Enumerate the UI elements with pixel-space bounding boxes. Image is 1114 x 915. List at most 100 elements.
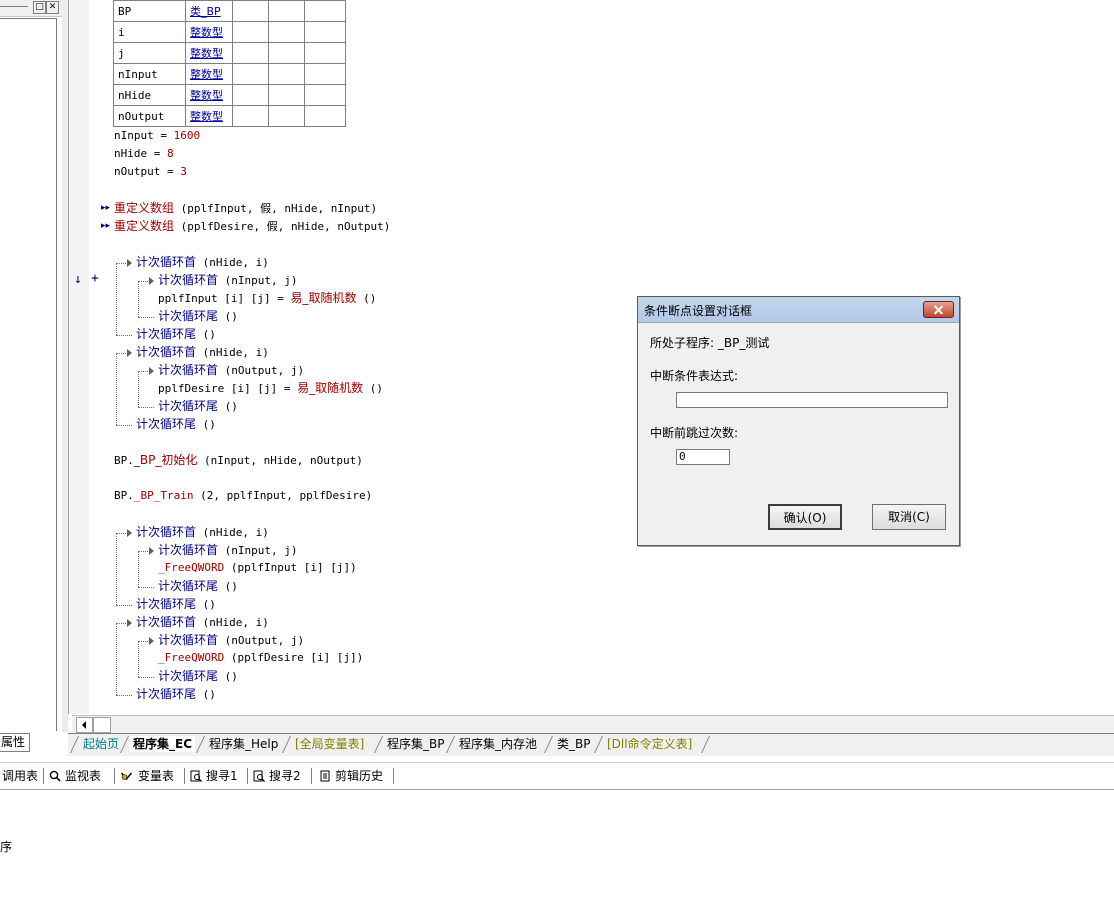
expand-icon[interactable]: + — [91, 272, 99, 286]
skip-count-input[interactable]: 0 — [676, 449, 730, 465]
variable-cell[interactable] — [232, 63, 269, 85]
variable-cell[interactable] — [304, 42, 346, 64]
breakpoint-arrow-icon[interactable]: ↓ — [74, 273, 82, 287]
code-line[interactable]: 重定义数组 (pplfDesire, 假, nHide, nOutput) — [114, 219, 390, 234]
tab-variables[interactable]: 变量表 — [119, 768, 174, 784]
variable-name[interactable]: nOutput — [113, 105, 186, 127]
variable-type[interactable]: 整数型 — [185, 21, 233, 43]
code-line[interactable]: _FreeQWORD (pplfInput [i] [j]) — [158, 561, 357, 575]
tab-clip-history[interactable]: 剪辑历史 — [319, 768, 383, 784]
code-line[interactable]: 计次循环尾 () — [158, 309, 238, 324]
code-line[interactable]: 计次循环首 (nOutput, j) — [158, 633, 304, 648]
variable-cell[interactable] — [268, 105, 305, 127]
variable-type[interactable]: 类_BP — [185, 0, 233, 22]
tab-search2[interactable]: 搜寻2 — [253, 768, 301, 784]
code-line[interactable]: 计次循环首 (nHide, i) — [136, 525, 269, 540]
variable-row[interactable]: nHide 整数型 — [113, 84, 346, 106]
variable-cell[interactable] — [304, 63, 346, 85]
tab-search1[interactable]: 搜寻1 — [190, 768, 238, 784]
file-tab[interactable]: [Dll命令定义表] — [604, 736, 695, 752]
output-panel[interactable] — [0, 790, 1114, 915]
code-line[interactable]: 计次循环尾 () — [158, 579, 238, 594]
variable-row[interactable]: nInput 整数型 — [113, 63, 346, 85]
variable-cell[interactable] — [304, 105, 346, 127]
variable-cell[interactable] — [268, 42, 305, 64]
code-line[interactable]: pplfInput [i] [j] = 易_取随机数 () — [158, 291, 376, 306]
file-tab[interactable]: 程序集_内存池 — [456, 736, 540, 752]
loop-arrow-icon — [127, 529, 132, 537]
file-tab[interactable]: 类_BP — [554, 736, 593, 752]
tab-separator — [374, 736, 384, 752]
variable-name[interactable]: BP — [113, 0, 186, 22]
variable-type[interactable]: 整数型 — [185, 84, 233, 106]
code-line[interactable]: 计次循环尾 () — [136, 417, 216, 432]
confirm-button[interactable]: 确认(O) — [768, 504, 842, 530]
variable-cell[interactable] — [232, 0, 269, 22]
variable-type[interactable]: 整数型 — [185, 105, 233, 127]
code-line[interactable]: 计次循环首 (nOutput, j) — [158, 363, 304, 378]
code-line[interactable]: nInput = 1600 — [114, 129, 200, 143]
variable-cell[interactable] — [268, 21, 305, 43]
variable-cell[interactable] — [268, 84, 305, 106]
code-line[interactable]: 计次循环首 (nHide, i) — [136, 255, 269, 270]
code-line[interactable]: 计次循环首 (nInput, j) — [158, 543, 298, 558]
code-line[interactable]: pplfDesire [i] [j] = 易_取随机数 () — [158, 381, 383, 396]
variable-name[interactable]: nInput — [113, 63, 186, 85]
code-line[interactable]: BP._BP_初始化 (nInput, nHide, nOutput) — [114, 453, 363, 468]
file-tab[interactable]: 程序集_EC — [130, 736, 196, 752]
variable-row[interactable]: BP 类_BP — [113, 0, 346, 22]
file-tab[interactable]: 起始页 — [80, 736, 122, 752]
code-line[interactable]: 计次循环尾 () — [136, 687, 216, 702]
tree-line — [116, 353, 117, 425]
file-tab[interactable]: 程序集_BP — [384, 736, 447, 752]
code-line[interactable]: BP._BP_Train (2, pplfInput, pplfDesire) — [114, 489, 372, 503]
code-line[interactable]: 计次循环尾 () — [136, 327, 216, 342]
dialog-title-bar[interactable]: 条件断点设置对话框 — [638, 297, 959, 323]
tab-watch[interactable]: 监视表 — [49, 768, 101, 784]
scroll-thumb[interactable] — [93, 717, 111, 733]
loop-arrow-icon — [149, 637, 154, 645]
code-line[interactable]: _FreeQWORD (pplfDesire [i] [j]) — [158, 651, 363, 665]
horizontal-scrollbar[interactable] — [72, 715, 1114, 733]
variable-icon — [120, 772, 133, 781]
cancel-button[interactable]: 取消(C) — [872, 504, 946, 530]
file-tab[interactable]: 程序集_Help — [206, 736, 281, 752]
code-line[interactable]: 计次循环尾 () — [158, 669, 238, 684]
condition-expression-input[interactable] — [676, 392, 948, 408]
file-tab[interactable]: [全局变量表] — [292, 736, 367, 752]
variable-cell[interactable] — [268, 0, 305, 22]
variable-cell[interactable] — [232, 105, 269, 127]
variable-row[interactable]: nOutput 整数型 — [113, 105, 346, 127]
variable-row[interactable]: j 整数型 — [113, 42, 346, 64]
editor-gutter[interactable] — [69, 0, 89, 714]
code-line[interactable]: 计次循环首 (nHide, i) — [136, 615, 269, 630]
dialog-close-button[interactable] — [923, 301, 954, 318]
tree-line — [116, 335, 132, 336]
variable-type[interactable]: 整数型 — [185, 42, 233, 64]
variable-type[interactable]: 整数型 — [185, 63, 233, 85]
code-line[interactable]: 计次循环尾 () — [136, 597, 216, 612]
code-line[interactable]: 计次循环首 (nInput, j) — [158, 273, 298, 288]
code-line[interactable]: nOutput = 3 — [114, 165, 187, 179]
code-line[interactable]: 计次循环首 (nHide, i) — [136, 345, 269, 360]
variable-cell[interactable] — [304, 0, 346, 22]
tab-properties[interactable]: 属性 — [0, 733, 30, 752]
close-icon[interactable]: ✕ — [46, 1, 59, 14]
tree-line — [138, 551, 139, 587]
variable-cell[interactable] — [268, 63, 305, 85]
variable-row[interactable]: i 整数型 — [113, 21, 346, 43]
variable-cell[interactable] — [304, 21, 346, 43]
variable-cell[interactable] — [232, 42, 269, 64]
tab-call-table[interactable]: 调用表 — [2, 768, 38, 784]
variable-cell[interactable] — [232, 84, 269, 106]
code-line[interactable]: 计次循环尾 () — [158, 399, 238, 414]
variable-name[interactable]: j — [113, 42, 186, 64]
variable-cell[interactable] — [232, 21, 269, 43]
variable-name[interactable]: i — [113, 21, 186, 43]
scroll-left-button[interactable] — [76, 717, 93, 733]
variable-cell[interactable] — [304, 84, 346, 106]
code-line[interactable]: nHide = 8 — [114, 147, 174, 161]
restore-icon[interactable]: □ — [33, 1, 46, 14]
variable-name[interactable]: nHide — [113, 84, 186, 106]
code-line[interactable]: 重定义数组 (pplfInput, 假, nHide, nInput) — [114, 201, 377, 216]
